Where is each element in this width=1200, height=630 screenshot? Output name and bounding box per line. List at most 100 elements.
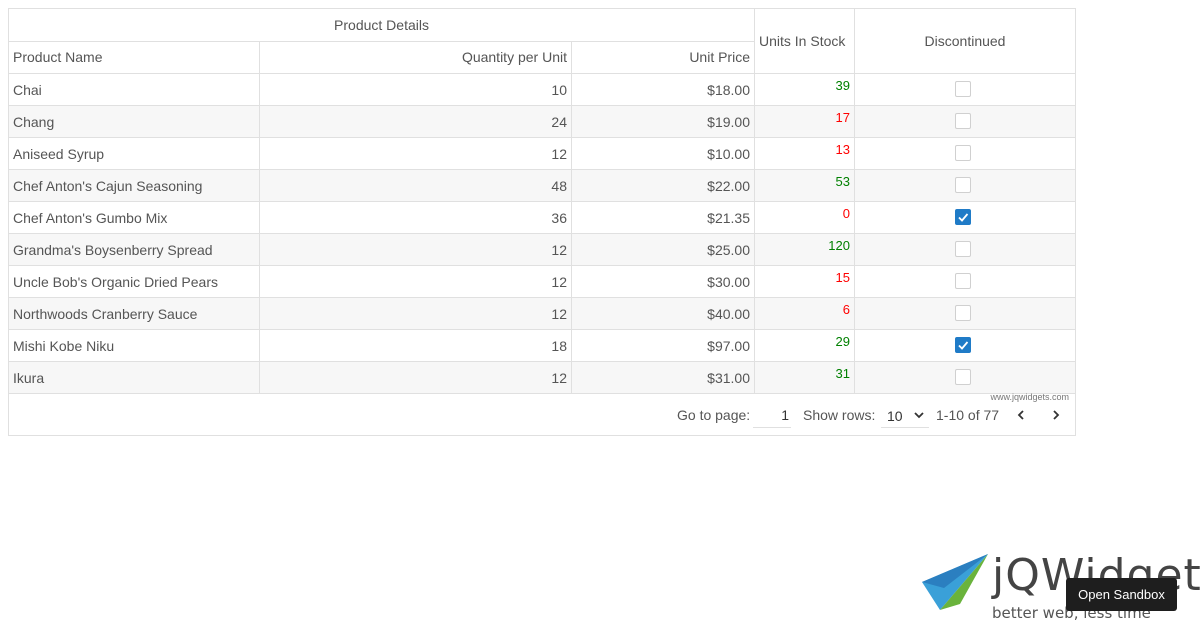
goto-page-label: Go to page: [677, 407, 751, 423]
table-row[interactable]: Grandma's Boysenberry Spread 12 $25.00 120 [9, 234, 1075, 266]
column-header-discontinued[interactable]: Discontinued [855, 9, 1075, 74]
quantity-per-unit-cell[interactable]: 12 [260, 138, 572, 169]
product-name-cell[interactable]: Uncle Bob's Organic Dried Pears [9, 266, 260, 297]
discontinued-cell [855, 74, 1075, 105]
table-row[interactable]: Chef Anton's Cajun Seasoning 48 $22.00 53 [9, 170, 1075, 202]
units-in-stock-cell[interactable]: 53 [755, 170, 855, 201]
quantity-per-unit-cell[interactable]: 18 [260, 330, 572, 361]
units-in-stock-cell[interactable]: 15 [755, 266, 855, 297]
column-header-units-in-stock[interactable]: Units In Stock [755, 9, 855, 74]
quantity-per-unit-cell[interactable]: 10 [260, 74, 572, 105]
table-row[interactable]: Chai 10 $18.00 39 [9, 74, 1075, 106]
units-in-stock-cell[interactable]: 39 [755, 74, 855, 105]
quantity-per-unit-cell[interactable]: 36 [260, 202, 572, 233]
units-in-stock-cell-text: 6 [842, 302, 850, 317]
unit-price-cell[interactable]: $25.00 [572, 234, 755, 265]
quantity-per-unit-cell[interactable]: 24 [260, 106, 572, 137]
quantity-per-unit-cell[interactable]: 12 [260, 266, 572, 297]
product-name-cell[interactable]: Ikura [9, 362, 260, 393]
product-name-cell[interactable]: Mishi Kobe Niku [9, 330, 260, 361]
discontinued-cell [855, 330, 1075, 361]
unit-price-cell-text: $31.00 [707, 370, 750, 386]
table-row[interactable]: Northwoods Cranberry Sauce 12 $40.00 6 [9, 298, 1075, 330]
product-name-cell-text: Chef Anton's Gumbo Mix [13, 210, 168, 226]
unit-price-cell-text: $21.35 [707, 210, 750, 226]
quantity-per-unit-cell[interactable]: 12 [260, 298, 572, 329]
discontinued-cell [855, 266, 1075, 297]
discontinued-checkbox[interactable] [955, 113, 971, 129]
unit-price-cell[interactable]: $21.35 [572, 202, 755, 233]
unit-price-cell-text: $40.00 [707, 306, 750, 322]
units-in-stock-cell-text: 0 [842, 206, 850, 221]
quantity-per-unit-cell[interactable]: 12 [260, 362, 572, 393]
units-in-stock-cell-text: 17 [835, 110, 850, 125]
quantity-per-unit-cell-text: 12 [551, 274, 567, 290]
unit-price-cell[interactable]: $10.00 [572, 138, 755, 169]
units-in-stock-cell[interactable]: 13 [755, 138, 855, 169]
discontinued-cell [855, 202, 1075, 233]
unit-price-cell[interactable]: $18.00 [572, 74, 755, 105]
units-in-stock-cell[interactable]: 31 [755, 362, 855, 393]
units-in-stock-cell[interactable]: 17 [755, 106, 855, 137]
table-row[interactable]: Ikura 12 $31.00 31 [9, 362, 1075, 394]
product-name-cell[interactable]: Chai [9, 74, 260, 105]
chevron-right-icon [1053, 410, 1060, 420]
units-in-stock-cell[interactable]: 120 [755, 234, 855, 265]
unit-price-cell[interactable]: $19.00 [572, 106, 755, 137]
table-row[interactable]: Uncle Bob's Organic Dried Pears 12 $30.00 1… [9, 266, 1075, 298]
column-header-quantity-per-unit[interactable]: Quantity per Unit [260, 42, 572, 74]
open-sandbox-button[interactable]: Open Sandbox [1066, 578, 1177, 611]
units-in-stock-cell[interactable]: 6 [755, 298, 855, 329]
table-row[interactable]: Chef Anton's Gumbo Mix 36 $21.35 0 [9, 202, 1075, 234]
product-name-cell-text: Mishi Kobe Niku [13, 338, 115, 354]
product-name-cell[interactable]: Chang [9, 106, 260, 137]
units-in-stock-cell[interactable]: 29 [755, 330, 855, 361]
unit-price-cell[interactable]: $97.00 [572, 330, 755, 361]
goto-page-input[interactable] [753, 402, 791, 428]
quantity-per-unit-cell-text: 12 [551, 242, 567, 258]
discontinued-checkbox[interactable] [955, 273, 971, 289]
unit-price-cell-text: $97.00 [707, 338, 750, 354]
discontinued-checkbox[interactable] [955, 209, 971, 225]
product-name-cell[interactable]: Grandma's Boysenberry Spread [9, 234, 260, 265]
rows-per-page-select[interactable]: 10 [881, 402, 929, 428]
discontinued-checkbox[interactable] [955, 145, 971, 161]
table-row[interactable]: Chang 24 $19.00 17 [9, 106, 1075, 138]
quantity-per-unit-cell-text: 12 [551, 146, 567, 162]
product-name-cell-text: Chang [13, 114, 55, 130]
discontinued-cell [855, 138, 1075, 169]
units-in-stock-cell[interactable]: 0 [755, 202, 855, 233]
unit-price-cell[interactable]: $30.00 [572, 266, 755, 297]
discontinued-checkbox[interactable] [955, 81, 971, 97]
group-header-product-details: Product Details [9, 9, 755, 42]
column-header-unit-price[interactable]: Unit Price [572, 42, 755, 74]
units-in-stock-cell-text: 120 [828, 238, 850, 253]
product-name-cell[interactable]: Aniseed Syrup [9, 138, 260, 169]
checkmark-icon [958, 341, 969, 350]
unit-price-cell[interactable]: $22.00 [572, 170, 755, 201]
discontinued-cell [855, 234, 1075, 265]
previous-page-button[interactable] [1011, 405, 1031, 425]
discontinued-checkbox[interactable] [955, 369, 971, 385]
table-row[interactable]: Mishi Kobe Niku 18 $97.00 29 [9, 330, 1075, 362]
discontinued-checkbox[interactable] [955, 337, 971, 353]
unit-price-cell-text: $30.00 [707, 274, 750, 290]
units-in-stock-cell-text: 13 [835, 142, 850, 157]
unit-price-cell-text: $10.00 [707, 146, 750, 162]
product-name-cell[interactable]: Northwoods Cranberry Sauce [9, 298, 260, 329]
next-page-button[interactable] [1046, 405, 1066, 425]
product-name-cell[interactable]: Chef Anton's Cajun Seasoning [9, 170, 260, 201]
discontinued-checkbox[interactable] [955, 177, 971, 193]
discontinued-checkbox[interactable] [955, 305, 971, 321]
discontinued-cell [855, 362, 1075, 393]
product-name-cell-text: Ikura [13, 370, 45, 386]
discontinued-checkbox[interactable] [955, 241, 971, 257]
unit-price-cell[interactable]: $31.00 [572, 362, 755, 393]
column-header-product-name[interactable]: Product Name [9, 42, 260, 74]
quantity-per-unit-cell[interactable]: 12 [260, 234, 572, 265]
unit-price-cell-text: $22.00 [707, 178, 750, 194]
table-row[interactable]: Aniseed Syrup 12 $10.00 13 [9, 138, 1075, 170]
quantity-per-unit-cell[interactable]: 48 [260, 170, 572, 201]
product-name-cell[interactable]: Chef Anton's Gumbo Mix [9, 202, 260, 233]
unit-price-cell[interactable]: $40.00 [572, 298, 755, 329]
